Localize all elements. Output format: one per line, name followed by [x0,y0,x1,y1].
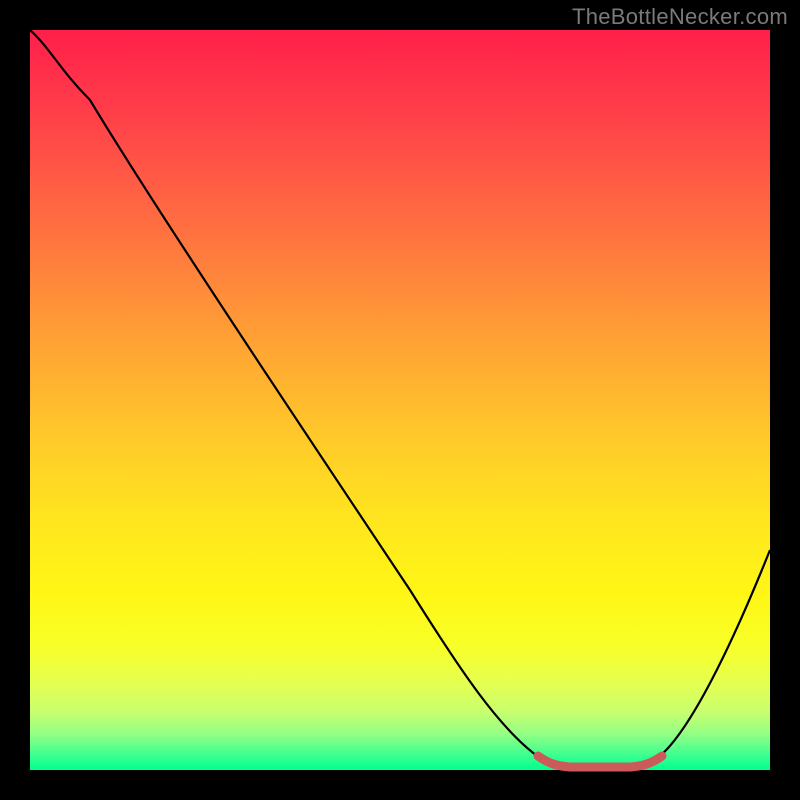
chart-frame: TheBottleNecker.com [0,0,800,800]
bottleneck-curve [30,30,770,768]
optimal-region-marker [538,756,662,767]
watermark-label: TheBottleNecker.com [572,4,788,30]
curve-layer [30,30,770,770]
plot-area [30,30,770,770]
